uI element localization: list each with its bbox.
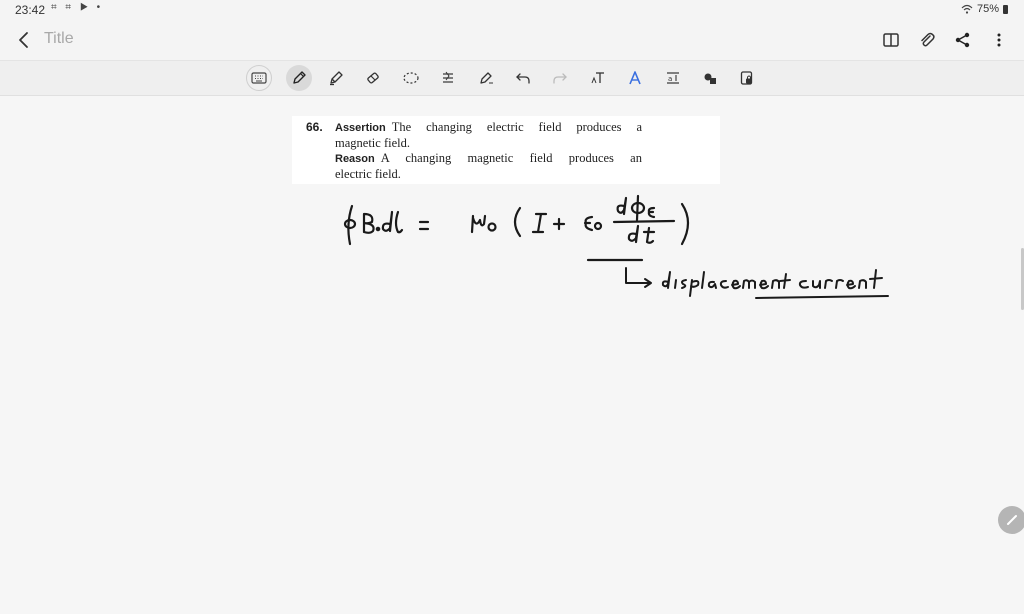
ai-icon xyxy=(629,71,641,85)
undo-icon xyxy=(516,73,530,84)
attach-button[interactable] xyxy=(916,28,938,52)
eraser-tool[interactable] xyxy=(360,65,386,91)
text-tool[interactable] xyxy=(585,65,611,91)
pen-fab-button[interactable] xyxy=(998,506,1024,534)
line-style-icon xyxy=(443,71,453,83)
assertion-line-2: magnetic field. xyxy=(335,136,410,150)
assertion-label: Assertion xyxy=(335,122,386,134)
handwritten-notes xyxy=(343,194,889,299)
highlighter-icon xyxy=(330,71,343,86)
shapes-icon xyxy=(704,73,716,84)
redo-button[interactable] xyxy=(547,65,573,91)
more-icon xyxy=(997,33,1001,47)
redo-icon xyxy=(553,73,567,84)
more-options-button[interactable] xyxy=(988,28,1010,52)
text-icon xyxy=(591,72,604,84)
battery-level: 75% xyxy=(976,3,999,15)
read-only-tool[interactable] xyxy=(734,65,760,91)
reason-label: Reason xyxy=(335,153,375,165)
question-number: 66. xyxy=(306,120,323,134)
wifi-icon xyxy=(961,4,973,14)
title-field[interactable]: Title xyxy=(44,30,74,48)
assertion-text-1: The changing electric field produces a xyxy=(391,120,642,134)
shape-pen-icon xyxy=(480,72,493,84)
drawing-toolbar: a xyxy=(0,60,1024,96)
back-button[interactable] xyxy=(14,28,36,52)
lasso-icon xyxy=(403,72,419,84)
share-icon xyxy=(955,32,970,48)
status-right: 75% xyxy=(961,3,1008,15)
ai-tool[interactable] xyxy=(622,65,648,91)
top-actions xyxy=(880,28,1010,52)
shapes-tool[interactable] xyxy=(697,65,723,91)
share-button[interactable] xyxy=(952,28,974,52)
undo-button[interactable] xyxy=(510,65,536,91)
text-box-tool[interactable]: a xyxy=(660,65,686,91)
shape-pen-tool[interactable] xyxy=(473,65,499,91)
battery-icon xyxy=(1003,4,1008,14)
paperclip-icon xyxy=(921,32,935,47)
reason-text-1: A changing magnetic field produces an xyxy=(380,151,642,165)
read-only-icon xyxy=(740,71,753,85)
line-style-tool[interactable] xyxy=(435,65,461,91)
keyboard-icon xyxy=(251,72,267,84)
title-bar: Title xyxy=(0,22,1024,60)
note-canvas[interactable]: 66. Assertion The changing electric field… xyxy=(0,96,1024,614)
book-icon xyxy=(883,33,899,47)
assertion-line-1: Assertion The changing electric field pro… xyxy=(335,120,642,136)
svg-text:a: a xyxy=(668,75,672,83)
chevron-left-icon xyxy=(19,32,28,48)
reading-mode-button[interactable] xyxy=(880,28,902,52)
text-box-icon: a xyxy=(667,72,679,84)
keyboard-tool[interactable] xyxy=(246,65,272,91)
status-bar: 23:42 ⌗ ⌗ ▶ • 75% xyxy=(0,0,1024,20)
pen-icon xyxy=(293,71,306,84)
reason-line-1: Reason A changing magnetic field produces… xyxy=(335,151,642,167)
handwritten-annotation xyxy=(625,267,889,299)
reason-line-2: electric field. xyxy=(335,167,401,181)
highlighter-tool[interactable] xyxy=(323,65,349,91)
pen-tool[interactable] xyxy=(286,65,312,91)
eraser-icon xyxy=(367,72,379,84)
handwritten-equation xyxy=(343,194,690,262)
status-time: 23:42 xyxy=(15,3,46,17)
question-clip: 66. Assertion The changing electric field… xyxy=(292,116,720,184)
notification-icons: ⌗ ⌗ ▶ • xyxy=(51,2,104,13)
pencil-icon xyxy=(1007,515,1017,525)
lasso-tool[interactable] xyxy=(398,65,424,91)
